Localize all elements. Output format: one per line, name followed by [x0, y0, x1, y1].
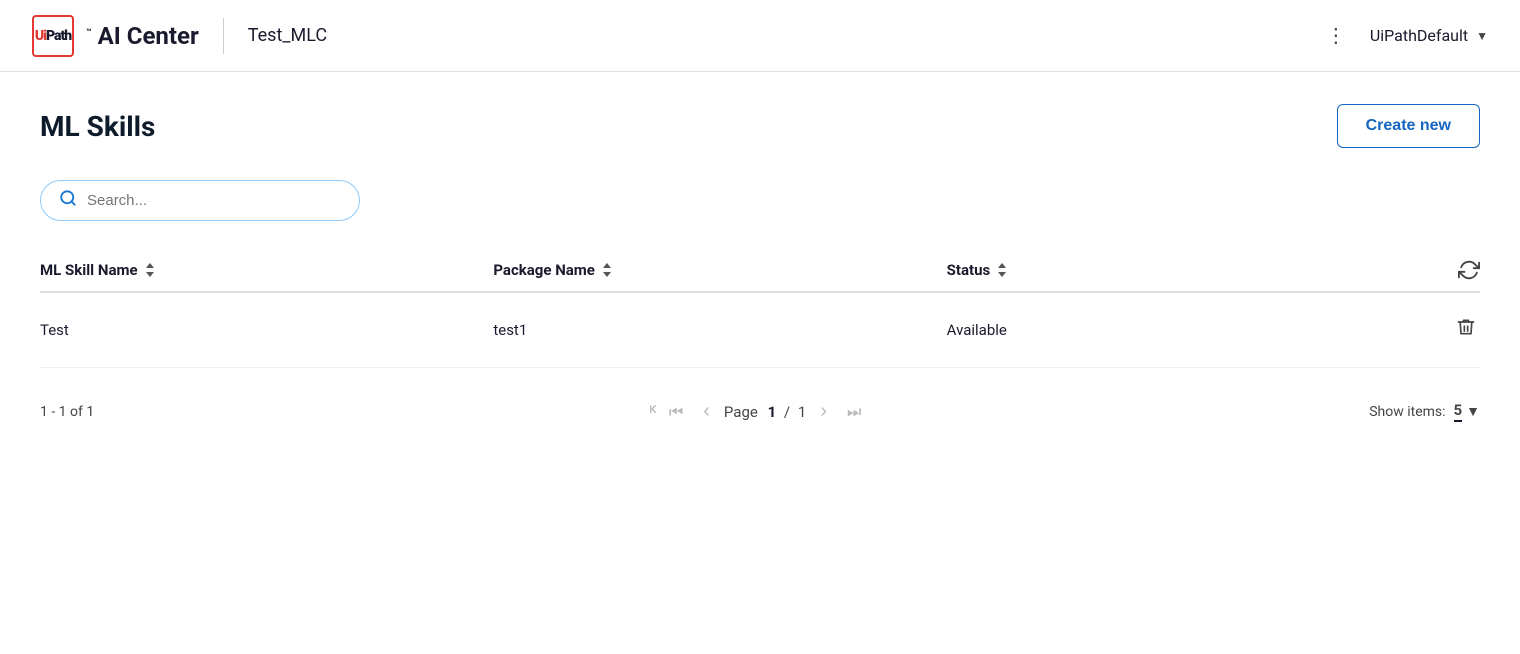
show-items-label: Show items:: [1369, 404, 1445, 420]
sort-icon-package-name[interactable]: [601, 263, 613, 277]
last-page-button[interactable]: ⏭: [841, 397, 867, 426]
more-options-button[interactable]: ⋮: [1318, 15, 1354, 56]
pagination-bar: 1 - 1 of 1 ⏮ ‹ Page 1 / 1 ›: [40, 388, 1480, 427]
col-header-status: Status: [947, 261, 1400, 279]
page-label: Page 1 / 1: [724, 403, 806, 421]
page-separator: /: [784, 403, 790, 421]
app-header: UiPath ™ AI Center Test_MLC ⋮ UiPathDefa…: [0, 0, 1520, 72]
app-name-label: ™ AI Center: [86, 22, 199, 50]
tenant-selector[interactable]: UiPathDefault ▼: [1370, 26, 1488, 45]
tenant-name: UiPathDefault: [1370, 26, 1468, 45]
search-box: [40, 180, 360, 221]
cell-package-name: test1: [493, 321, 946, 339]
cell-skill-name: Test: [40, 321, 493, 339]
cell-status: Available: [947, 321, 1400, 339]
tenant-chevron-icon: ▼: [1476, 29, 1488, 43]
show-items-value: 5: [1454, 401, 1463, 422]
next-icon: ›: [820, 400, 827, 422]
search-icon: [59, 189, 77, 212]
project-name: Test_MLC: [248, 25, 327, 46]
status-value: Available: [947, 321, 1007, 339]
more-icon: ⋮: [1326, 23, 1346, 48]
main-content: ML Skills Create new ML Skill Name: [0, 72, 1520, 459]
col-header-skill-name: ML Skill Name: [40, 261, 493, 279]
prev-page-button[interactable]: ‹: [697, 396, 716, 427]
header-divider: [223, 18, 224, 54]
create-new-button[interactable]: Create new: [1337, 104, 1480, 148]
first-icon: ⏮: [669, 404, 683, 421]
col-label-status: Status: [947, 261, 991, 279]
pagination-range: 1 - 1 of 1: [40, 404, 140, 420]
pagination-controls: ⏮ ‹ Page 1 / 1 › ⏭: [140, 396, 1369, 427]
first-page-button[interactable]: ⏮: [642, 397, 689, 426]
skills-table: ML Skill Name Package Name: [40, 249, 1480, 368]
sort-icon-skill-name[interactable]: [144, 263, 156, 277]
package-name-value: test1: [493, 321, 527, 339]
show-items-dropdown[interactable]: 5 ▼: [1454, 401, 1480, 422]
refresh-button[interactable]: [1458, 259, 1480, 281]
col-label-skill-name: ML Skill Name: [40, 261, 138, 279]
next-page-button[interactable]: ›: [814, 396, 833, 427]
col-header-package-name: Package Name: [493, 261, 946, 279]
page-word: Page: [724, 403, 758, 421]
page-title: ML Skills: [40, 110, 155, 143]
skill-name-value: Test: [40, 321, 69, 339]
col-label-package-name: Package Name: [493, 261, 595, 279]
current-page-number: 1: [768, 403, 777, 421]
col-header-actions: [1400, 259, 1480, 281]
delete-button[interactable]: [1452, 313, 1480, 347]
table-header-row: ML Skill Name Package Name: [40, 249, 1480, 293]
table-row: Test test1 Available: [40, 293, 1480, 368]
page-header: ML Skills Create new: [40, 104, 1480, 148]
total-pages-number: 1: [798, 403, 806, 421]
search-input[interactable]: [87, 192, 341, 209]
cell-row-actions: [1400, 313, 1480, 347]
logo-ui-box: UiPath: [32, 15, 74, 57]
show-items-area: Show items: 5 ▼: [1369, 401, 1480, 422]
logo-area: UiPath ™ AI Center: [32, 15, 199, 57]
show-items-chevron-icon[interactable]: ▼: [1466, 403, 1480, 420]
last-icon: ⏭: [847, 404, 861, 421]
sort-icon-status[interactable]: [996, 263, 1008, 277]
prev-icon: ‹: [703, 400, 710, 422]
